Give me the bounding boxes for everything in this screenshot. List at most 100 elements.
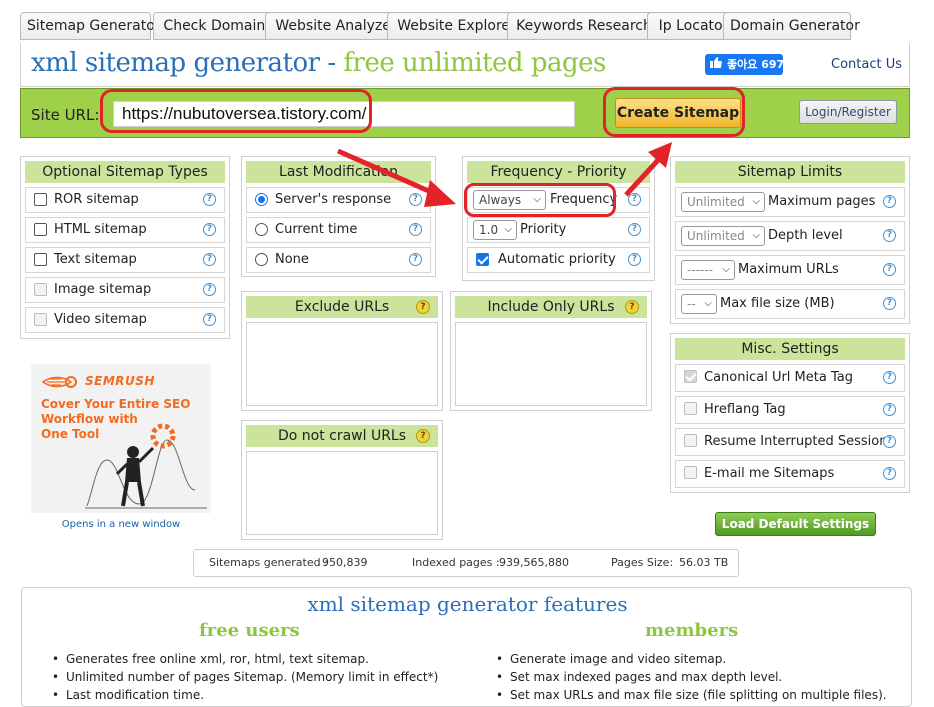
facebook-like-button[interactable]: 좋아요 697개 (705, 54, 794, 75)
max-file-size-select[interactable]: -- ⌵ (681, 294, 717, 314)
text-sitemap-checkbox[interactable] (34, 253, 47, 266)
ror-sitemap-checkbox[interactable] (34, 193, 47, 206)
html-sitemap-checkbox[interactable] (34, 223, 47, 236)
frequency-priority-heading: Frequency - Priority (467, 161, 650, 183)
help-icon[interactable]: ? (883, 297, 896, 310)
depth-level-value: Unlimited (687, 229, 745, 243)
help-icon[interactable]: ? (883, 195, 896, 208)
site-url-label: Site URL: (31, 106, 100, 124)
ror-sitemap-option[interactable]: ROR sitemap ? (25, 187, 225, 213)
tab-keywords-research[interactable]: Keywords Research (507, 12, 661, 40)
tab-website-explorer[interactable]: Website Explorer (387, 12, 526, 40)
free-users-heading: free users (199, 620, 300, 641)
load-default-settings-button[interactable]: Load Default Settings (715, 512, 876, 536)
option-label: E-mail me Sitemaps (704, 466, 835, 481)
optional-sitemap-types-panel: Optional Sitemap Types ROR sitemap ? HTM… (20, 156, 230, 339)
help-icon[interactable]: ? (628, 193, 641, 206)
help-icon[interactable]: ? (883, 467, 896, 480)
help-icon[interactable]: ? (416, 300, 430, 314)
email-sitemaps-option: E-mail me Sitemaps ? (675, 460, 905, 488)
hreflang-option: Hreflang Tag ? (675, 396, 905, 424)
help-icon[interactable]: ? (203, 283, 216, 296)
exclude-urls-panel: Exclude URLs ? (241, 291, 443, 411)
depth-level-label: Depth level (768, 228, 843, 243)
text-sitemap-option[interactable]: Text sitemap ? (25, 247, 225, 273)
lastmod-server-response-option[interactable]: Server's response ? (246, 187, 431, 213)
max-urls-select[interactable]: ------ ⌵ (681, 260, 735, 280)
option-label: Resume Interrupted Session (704, 434, 888, 449)
option-label: Canonical Url Meta Tag (704, 370, 853, 385)
exclude-urls-heading: Exclude URLs ? (246, 296, 438, 318)
pages-size-label: Pages Size: (611, 556, 674, 569)
depth-level-select[interactable]: Unlimited ⌵ (681, 226, 765, 246)
misc-settings-heading: Misc. Settings (675, 338, 905, 360)
help-icon[interactable]: ? (416, 429, 430, 443)
automatic-priority-option[interactable]: Automatic priority ? (467, 247, 650, 273)
max-pages-value: Unlimited (687, 195, 745, 209)
tab-sitemap-generator[interactable]: Sitemap Generator (20, 12, 161, 40)
help-icon[interactable]: ? (883, 263, 896, 276)
help-icon[interactable]: ? (883, 371, 896, 384)
help-icon[interactable]: ? (883, 403, 896, 416)
chevron-down-icon: ⌵ (722, 264, 730, 275)
title-tagline: free unlimited pages (343, 48, 606, 78)
lastmod-none-option[interactable]: None ? (246, 247, 431, 273)
max-file-size-row: -- ⌵ Max file size (MB) ? (675, 289, 905, 319)
option-label: ROR sitemap (54, 192, 139, 207)
help-icon[interactable]: ? (409, 223, 422, 236)
ad-caption[interactable]: Opens in a new window (31, 519, 211, 530)
like-count: 좋아요 697개 (727, 58, 795, 71)
server-response-radio[interactable] (255, 193, 268, 206)
help-icon[interactable]: ? (628, 253, 641, 266)
create-button-highlight-annotation (603, 87, 745, 137)
none-radio[interactable] (255, 253, 268, 266)
help-icon[interactable]: ? (883, 229, 896, 242)
exclude-urls-textarea[interactable] (246, 322, 438, 406)
help-icon[interactable]: ? (409, 253, 422, 266)
help-icon[interactable]: ? (883, 435, 896, 448)
list-item: Last modification time. (50, 686, 438, 704)
indexed-pages-value: 939,565,880 (499, 556, 569, 569)
current-time-radio[interactable] (255, 223, 268, 236)
depth-level-row: Unlimited ⌵ Depth level ? (675, 221, 905, 251)
sitemap-limits-panel: Sitemap Limits Unlimited ⌵ Maximum pages… (670, 156, 910, 324)
list-item: Set max indexed pages and max depth leve… (494, 668, 887, 686)
option-label: Automatic priority (498, 252, 616, 267)
free-features-list: Generates free online xml, ror, html, te… (50, 650, 438, 704)
contact-us-link[interactable]: Contact Us (831, 57, 902, 72)
option-label: Text sitemap (54, 252, 137, 267)
list-item: Unlimited number of pages Sitemap. (Memo… (50, 668, 438, 686)
option-label: Server's response (275, 192, 392, 207)
help-icon[interactable]: ? (203, 223, 216, 236)
email-sitemaps-checkbox (684, 466, 697, 479)
automatic-priority-checkbox[interactable] (476, 253, 489, 266)
chevron-down-icon: ⌵ (504, 224, 512, 235)
frequency-highlight-annotation (464, 183, 616, 217)
include-only-urls-textarea[interactable] (455, 322, 647, 406)
list-item: Generates free online xml, ror, html, te… (50, 650, 438, 668)
resume-session-checkbox (684, 434, 697, 447)
title-separator: - (319, 48, 344, 78)
login-register-button[interactable]: Login/Register (799, 100, 897, 124)
page-title: xml sitemap generator - free unlimited p… (31, 48, 606, 78)
help-icon[interactable]: ? (628, 223, 641, 236)
misc-settings-panel: Misc. Settings Canonical Url Meta Tag ? … (670, 333, 910, 493)
tab-domain-generator[interactable]: Domain Generator (723, 12, 860, 40)
help-icon[interactable]: ? (625, 300, 639, 314)
help-icon[interactable]: ? (203, 313, 216, 326)
lastmod-current-time-option[interactable]: Current time ? (246, 217, 431, 243)
tab-check-domains[interactable]: Check Domains (153, 12, 283, 40)
do-not-crawl-textarea[interactable] (246, 451, 438, 535)
priority-select[interactable]: 1.0 ⌵ (473, 220, 517, 240)
page-header: xml sitemap generator - free unlimited p… (20, 43, 910, 87)
video-sitemap-checkbox (34, 313, 47, 326)
help-icon[interactable]: ? (203, 253, 216, 266)
help-icon[interactable]: ? (409, 193, 422, 206)
tab-website-analyzer[interactable]: Website Analyzer (265, 12, 407, 40)
help-icon[interactable]: ? (203, 193, 216, 206)
max-pages-select[interactable]: Unlimited ⌵ (681, 192, 765, 212)
max-file-size-label: Max file size (MB) (720, 296, 835, 311)
semrush-ad-banner[interactable]: SEMRUSH Cover Your Entire SEO Workflow w… (31, 364, 211, 513)
sitemaps-generated-label: Sitemaps generated : (209, 556, 328, 569)
html-sitemap-option[interactable]: HTML sitemap ? (25, 217, 225, 243)
